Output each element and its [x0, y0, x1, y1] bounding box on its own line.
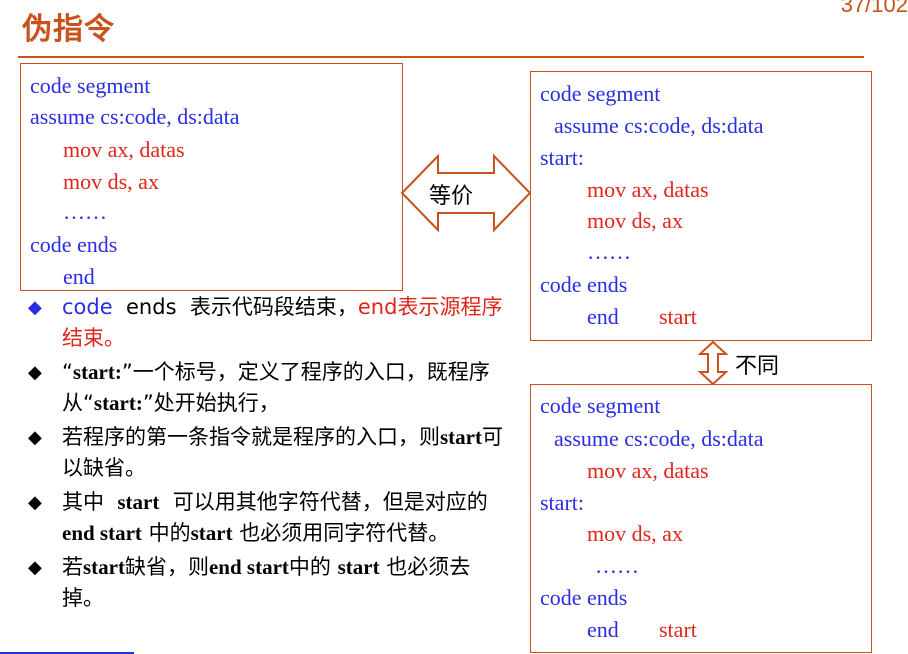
bullet-text: 处开始执行，: [153, 391, 280, 415]
page-number: 37/102: [840, 0, 908, 17]
different-label: 不同: [735, 354, 780, 379]
code-line: code segment: [540, 81, 661, 106]
code-line: assume cs:code, ds:data: [30, 104, 240, 129]
quote-mark: “: [83, 391, 94, 415]
code-line: mov ds, ax: [587, 521, 683, 546]
code-line: mov ds, ax: [587, 208, 683, 233]
title-rule: [18, 56, 864, 58]
bullet-item: ◆ “start:”一个标号，定义了程序的入口，既程序从“start:”处开始执…: [28, 357, 508, 419]
left-code-box: code segment assume cs:code, ds:data mov…: [20, 63, 403, 291]
code-line: assume cs:code, ds:data: [554, 113, 764, 138]
bullet-text: 若程序的第一条指令就是程序的入口，则: [62, 425, 440, 449]
code-line: ……: [595, 553, 639, 578]
start-keyword: start: [190, 521, 233, 545]
bullet-text: 可以用其他字符代替，但是对应的: [172, 490, 488, 514]
vertical-double-arrow-icon: [698, 340, 728, 386]
bullet-text: 若: [62, 555, 83, 579]
code-line: code segment: [30, 73, 151, 98]
code-line: start:: [540, 145, 584, 170]
code-line: mov ds, ax: [63, 169, 159, 194]
equivalent-label: 等价: [429, 184, 474, 209]
slide-title: 伪指令: [22, 12, 115, 47]
bullet-text: 中的: [148, 521, 191, 545]
code-line: start:: [540, 490, 584, 515]
code-line: code ends: [30, 232, 118, 257]
code-line: end: [587, 617, 619, 642]
bullet-text: 其中: [62, 490, 104, 514]
bullet-item: ◆ 若start缺省，则end start中的 start 也必须去掉。: [28, 552, 508, 614]
bullet-text: 缺省，则: [124, 555, 209, 579]
bullet-item: ◆ code ends 表示代码段结束，end表示源程序结束。: [28, 292, 508, 354]
bullet-text: 也必须用同字符代替。: [239, 521, 450, 545]
start-keyword: start:: [93, 391, 143, 415]
end-start-keyword: end start: [208, 555, 289, 579]
code-line: start: [659, 304, 697, 329]
start-keyword: start: [440, 425, 482, 449]
code-line: ……: [587, 239, 631, 264]
bullet-item: ◆ 若程序的第一条指令就是程序的入口，则start可以缺省。: [28, 422, 508, 484]
code-line: start: [659, 617, 697, 642]
diamond-bullet-icon: ◆: [28, 427, 42, 448]
right-top-code-box: code segment assume cs:code, ds:data sta…: [530, 71, 872, 341]
start-keyword: start: [337, 555, 380, 579]
quote-mark: “: [62, 360, 73, 384]
code-line: mov ax, datas: [63, 137, 185, 162]
code-line: code ends: [540, 272, 628, 297]
code-line: mov ax, datas: [587, 177, 709, 202]
code-line: end: [587, 304, 619, 329]
bullet-list: ◆ code ends 表示代码段结束，end表示源程序结束。 ◆ “start…: [28, 292, 508, 614]
code-line: mov ax, datas: [587, 458, 709, 483]
start-keyword: start: [83, 555, 125, 579]
right-bottom-code-box: code segment assume cs:code, ds:data mov…: [530, 384, 872, 653]
quote-mark: ”: [142, 391, 154, 415]
ends-keyword: ends: [126, 295, 177, 319]
code-line: ……: [63, 199, 107, 224]
code-line: assume cs:code, ds:data: [554, 426, 764, 451]
diamond-bullet-icon: ◆: [28, 557, 42, 578]
bullet-item: ◆ 其中 start 可以用其他字符代替，但是对应的end start 中的st…: [28, 487, 508, 549]
start-keyword: start:: [72, 360, 122, 384]
code-line: code ends: [540, 585, 628, 610]
diamond-bullet-icon: ◆: [28, 297, 42, 318]
code-keyword: code: [62, 295, 113, 319]
bullet-text: 中的: [288, 555, 331, 579]
start-keyword: start: [117, 490, 160, 514]
code-line: end: [63, 264, 95, 289]
diamond-bullet-icon: ◆: [28, 492, 42, 513]
end-start-keyword: end start: [62, 521, 142, 545]
bullet-text: 表示代码段结束，: [189, 295, 358, 319]
diamond-bullet-icon: ◆: [28, 362, 42, 383]
code-line: code segment: [540, 393, 661, 418]
quote-mark: ”: [121, 360, 133, 384]
